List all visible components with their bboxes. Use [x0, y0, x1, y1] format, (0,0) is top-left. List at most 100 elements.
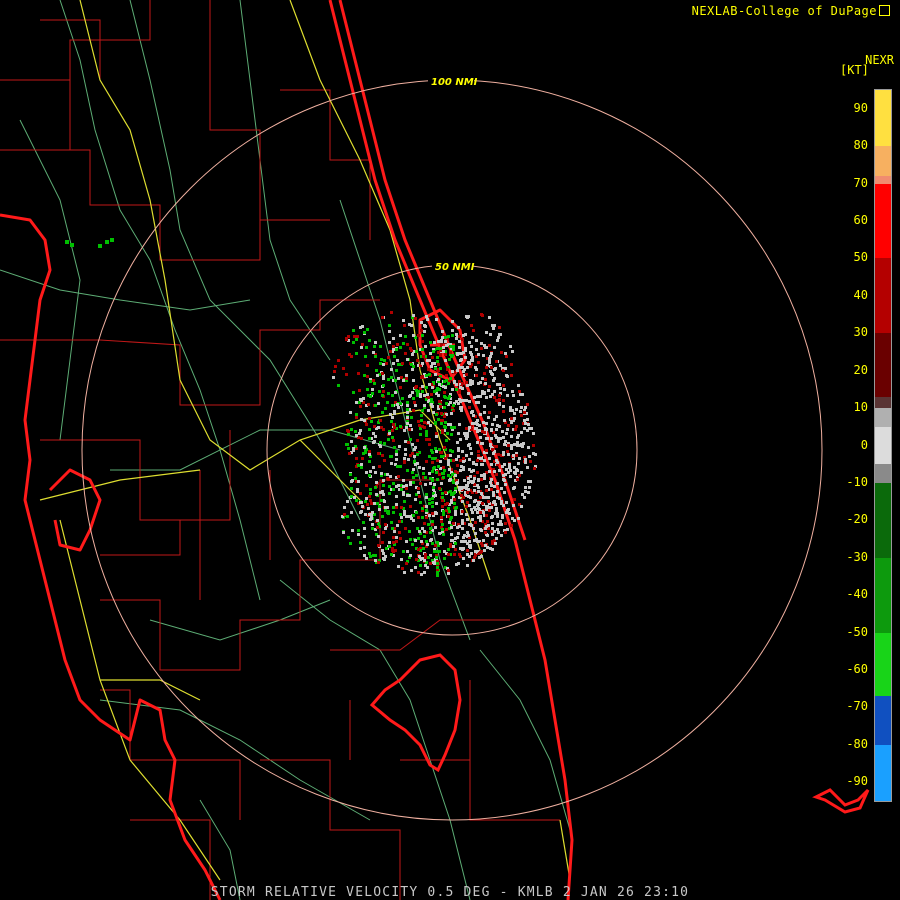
echo-pixel: [406, 416, 409, 419]
echo-pixel: [517, 462, 520, 465]
echo-pixel: [415, 350, 418, 353]
echo-pixel: [415, 389, 418, 392]
echo-pixel: [428, 498, 431, 501]
legend-tick-label: 0: [860, 437, 868, 452]
echo-pixel: [390, 462, 393, 465]
echo-pixel: [480, 542, 483, 545]
echo-pixel: [444, 353, 447, 356]
echo-pixel: [452, 345, 455, 348]
echo-pixel: [504, 352, 507, 355]
echo-pixel: [519, 393, 522, 396]
echo-pixel: [411, 368, 414, 371]
echo-pixel: [494, 434, 497, 437]
echo-pixel: [388, 324, 391, 327]
echo-pixel: [359, 405, 362, 408]
range-ring-100-label: 100 NMI: [431, 77, 478, 88]
echo-pixel: [392, 439, 395, 442]
echo-pixel: [495, 537, 498, 540]
echo-pixel: [447, 553, 450, 556]
echo-pixel: [483, 431, 486, 434]
echo-pixel: [516, 469, 519, 472]
echo-pixel: [492, 491, 495, 494]
echo-pixel: [399, 402, 402, 405]
echo-pixel: [417, 420, 420, 423]
echo-pixel: [403, 510, 406, 513]
echo-pixel: [400, 516, 403, 519]
echo-pixel: [436, 459, 439, 462]
echo-pixel: [494, 542, 497, 545]
echo-pixel: [411, 391, 414, 394]
echo-pixel: [65, 240, 69, 244]
echo-pixel: [411, 452, 414, 455]
echo-pixel: [431, 542, 434, 545]
echo-pixel: [454, 548, 457, 551]
echo-pixel: [421, 362, 424, 365]
echo-pixel: [350, 440, 353, 443]
echo-pixel: [439, 451, 442, 454]
echo-pixel: [334, 365, 337, 368]
echo-pixel: [498, 333, 501, 336]
echo-pixel: [523, 419, 526, 422]
echo-pixel: [454, 513, 457, 516]
echo-pixel: [476, 459, 479, 462]
echo-pixel: [429, 562, 432, 565]
echo-pixel: [452, 459, 455, 462]
echo-pixel: [372, 432, 375, 435]
echo-pixel: [502, 399, 505, 402]
echo-pixel: [415, 558, 418, 561]
echo-pixel: [483, 477, 486, 480]
echo-pixel: [425, 434, 428, 437]
echo-pixel: [523, 427, 526, 430]
echo-pixel: [392, 423, 395, 426]
echo-pixel: [533, 467, 536, 470]
echo-pixel: [477, 486, 480, 489]
echo-pixel: [510, 363, 513, 366]
echo-pixel: [491, 522, 494, 525]
echo-pixel: [360, 463, 363, 466]
echo-pixel: [431, 501, 434, 504]
echo-pixel: [381, 454, 384, 457]
echo-pixel: [380, 472, 383, 475]
echo-pixel: [410, 416, 413, 419]
echo-pixel: [391, 527, 394, 530]
legend-band: [875, 183, 891, 259]
echo-pixel: [506, 375, 509, 378]
echo-pixel: [397, 565, 400, 568]
echo-pixel: [505, 501, 508, 504]
echo-pixel: [509, 409, 512, 412]
echo-pixel: [429, 477, 432, 480]
echo-pixel: [410, 569, 413, 572]
echo-pixel: [368, 552, 371, 555]
echo-pixel: [445, 528, 448, 531]
echo-pixel: [502, 405, 505, 408]
echo-pixel: [406, 401, 409, 404]
echo-pixel: [369, 470, 372, 473]
echo-pixel: [401, 567, 404, 570]
echo-pixel: [371, 392, 374, 395]
echo-pixel: [374, 554, 377, 557]
echo-pixel: [454, 510, 457, 513]
echo-pixel: [448, 395, 451, 398]
echo-pixel: [496, 339, 499, 342]
echo-pixel: [502, 453, 505, 456]
echo-pixel: [354, 477, 357, 480]
echo-pixel: [373, 440, 376, 443]
echo-pixel: [391, 429, 394, 432]
echo-pixel: [423, 522, 426, 525]
echo-pixel: [426, 566, 429, 569]
legend-tick-label: 40: [853, 287, 868, 302]
echo-pixel: [392, 345, 395, 348]
echo-pixel: [413, 460, 416, 463]
echo-pixel: [345, 373, 348, 376]
echo-pixel: [491, 448, 494, 451]
echo-pixel: [492, 452, 495, 455]
echo-pixel: [374, 355, 377, 358]
echo-pixel: [446, 368, 449, 371]
echo-pixel: [359, 326, 362, 329]
echo-pixel: [435, 450, 438, 453]
echo-pixel: [464, 333, 467, 336]
echo-pixel: [427, 556, 430, 559]
echo-pixel: [524, 422, 527, 425]
river-lines: [0, 0, 571, 900]
echo-pixel: [513, 417, 516, 420]
